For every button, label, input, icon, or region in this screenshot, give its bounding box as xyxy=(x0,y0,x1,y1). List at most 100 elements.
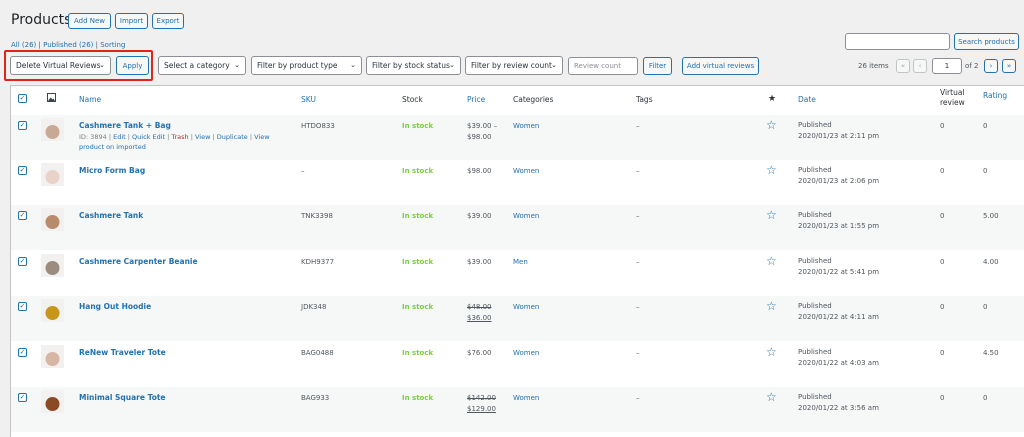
product-thumbnail[interactable] xyxy=(41,254,64,277)
star-outline-icon[interactable]: ☆ xyxy=(766,346,777,358)
apply-button[interactable]: Apply xyxy=(116,56,149,75)
column-price[interactable]: Price xyxy=(467,95,485,104)
stock-status: In stock xyxy=(402,303,434,311)
product-category-link[interactable]: Women xyxy=(513,167,539,175)
row-checkbox[interactable]: ✓ xyxy=(18,211,27,220)
view-link[interactable]: View xyxy=(195,133,210,141)
filter-button[interactable]: Filter xyxy=(643,57,672,75)
row-checkbox[interactable]: ✓ xyxy=(18,302,27,311)
row-checkbox[interactable]: ✓ xyxy=(18,348,27,357)
column-rating[interactable]: Rating xyxy=(983,91,1007,100)
view-all-link[interactable]: All (26) xyxy=(11,41,36,49)
product-tags: – xyxy=(636,167,640,175)
table-row: ✓ Micro Form Bag – In stock $98.00 Women – ☆ Pub… xyxy=(11,160,1024,205)
star-outline-icon[interactable]: ☆ xyxy=(766,255,777,267)
row-checkbox[interactable]: ✓ xyxy=(18,121,27,130)
product-name-link[interactable]: Minimal Square Tote xyxy=(79,393,166,402)
search-input[interactable] xyxy=(845,33,950,50)
table-row: ✓ Minimal Square Tote BAG933 In stock $142.0… xyxy=(11,387,1024,432)
view-sorting-link[interactable]: Sorting xyxy=(100,41,125,49)
product-name-link[interactable]: Cashmere Tank xyxy=(79,211,143,220)
product-name-link[interactable]: Micro Form Bag xyxy=(79,166,145,175)
column-tags: Tags xyxy=(636,95,653,104)
virtual-review-count: 0 xyxy=(940,258,945,266)
star-outline-icon[interactable]: ☆ xyxy=(766,119,777,131)
table-row: ✓ Cashmere Carpenter Beanie KDH9377 In stoc… xyxy=(11,251,1024,296)
product-thumbnail[interactable] xyxy=(41,163,64,186)
add-virtual-reviews-button[interactable]: Add virtual reviews xyxy=(682,57,759,75)
product-thumbnail[interactable] xyxy=(41,208,64,231)
row-checkbox[interactable]: ✓ xyxy=(18,393,27,402)
column-sku[interactable]: SKU xyxy=(301,95,316,104)
product-name-link[interactable]: ReNew Traveler Tote xyxy=(79,348,166,357)
product-thumbnail[interactable] xyxy=(41,390,64,413)
products-table: ✓ Name SKU Stock Price Categories Tags ★… xyxy=(10,85,1024,437)
last-page-button[interactable]: » xyxy=(1002,59,1016,73)
next-page-button[interactable]: › xyxy=(984,59,998,73)
chevron-down-icon: ⌄ xyxy=(551,61,557,69)
product-thumbnail[interactable] xyxy=(41,299,64,322)
add-new-button[interactable]: Add New xyxy=(68,13,111,29)
edit-link[interactable]: Edit xyxy=(113,133,126,141)
product-date: 2020/01/23 at 1:55 pm xyxy=(798,222,880,230)
product-price: $39.00 xyxy=(467,258,492,266)
column-date[interactable]: Date xyxy=(798,95,816,104)
product-rating: 0 xyxy=(983,394,988,402)
stock-status: In stock xyxy=(402,349,434,357)
view-imported-link-tail[interactable]: product on imported xyxy=(79,143,146,151)
stock-status: In stock xyxy=(402,122,434,130)
column-stock: Stock xyxy=(402,95,423,104)
trash-link[interactable]: Trash xyxy=(171,133,188,141)
table-row: ✓ ReNew Traveler Tote BAG0488 In stock $76.0… xyxy=(11,342,1024,387)
product-category-link[interactable]: Women xyxy=(513,122,539,130)
product-category-link[interactable]: Men xyxy=(513,258,528,266)
product-name-link[interactable]: Cashmere Carpenter Beanie xyxy=(79,257,198,266)
product-sku: – xyxy=(301,167,305,175)
bulk-action-select[interactable]: Delete Virtual Reviews ⌄ xyxy=(10,56,111,75)
product-thumbnail[interactable] xyxy=(41,118,64,141)
product-rating: 4.00 xyxy=(983,258,999,266)
column-virtual-review: Virtual review xyxy=(940,88,965,107)
virtual-review-count: 0 xyxy=(940,394,945,402)
category-select[interactable]: Select a category ⌄ xyxy=(158,56,246,75)
product-tags: – xyxy=(636,349,640,357)
stock-status-select[interactable]: Filter by stock status ⌄ xyxy=(366,56,461,75)
star-outline-icon[interactable]: ☆ xyxy=(766,164,777,176)
product-tags: – xyxy=(636,303,640,311)
review-count-input[interactable]: Review count xyxy=(568,57,638,75)
column-featured-star-icon[interactable]: ★ xyxy=(768,94,776,104)
product-category-link[interactable]: Women xyxy=(513,394,539,402)
product-price: $76.00 xyxy=(467,349,492,357)
search-products-button[interactable]: Search products xyxy=(954,33,1019,50)
import-button[interactable]: Import xyxy=(115,13,148,29)
view-published-link[interactable]: Published (26) xyxy=(43,41,93,49)
product-category-link[interactable]: Women xyxy=(513,212,539,220)
product-name-link[interactable]: Hang Out Hoodie xyxy=(79,302,151,311)
stock-status: In stock xyxy=(402,212,434,220)
product-name-link[interactable]: Cashmere Tank + Bag xyxy=(79,121,171,130)
product-type-select[interactable]: Filter by product type ⌄ xyxy=(251,56,362,75)
column-name[interactable]: Name xyxy=(79,95,101,104)
star-outline-icon[interactable]: ☆ xyxy=(766,300,777,312)
image-icon xyxy=(47,93,56,104)
product-status: Published xyxy=(798,211,832,219)
duplicate-link[interactable]: Duplicate xyxy=(217,133,248,141)
select-all-checkbox[interactable]: ✓ xyxy=(18,94,27,103)
export-button[interactable]: Export xyxy=(152,13,184,29)
quick-edit-link[interactable]: Quick Edit xyxy=(132,133,165,141)
product-thumbnail[interactable] xyxy=(41,345,64,368)
chevron-down-icon: ⌄ xyxy=(234,61,240,69)
product-price-secondary: $129.00 xyxy=(467,405,496,413)
star-outline-icon[interactable]: ☆ xyxy=(766,209,777,221)
prev-page-button[interactable]: ‹ xyxy=(913,59,927,73)
row-checkbox[interactable]: ✓ xyxy=(18,166,27,175)
current-page-input[interactable]: 1 xyxy=(932,58,962,74)
review-count-select[interactable]: Filter by review count ⌄ xyxy=(465,56,563,75)
row-checkbox[interactable]: ✓ xyxy=(18,257,27,266)
view-imported-link[interactable]: View xyxy=(254,133,269,141)
star-outline-icon[interactable]: ☆ xyxy=(766,391,777,403)
product-category-link[interactable]: Women xyxy=(513,349,539,357)
product-category-link[interactable]: Women xyxy=(513,303,539,311)
first-page-button[interactable]: « xyxy=(896,59,910,73)
product-date: 2020/01/23 at 2:06 pm xyxy=(798,177,880,185)
